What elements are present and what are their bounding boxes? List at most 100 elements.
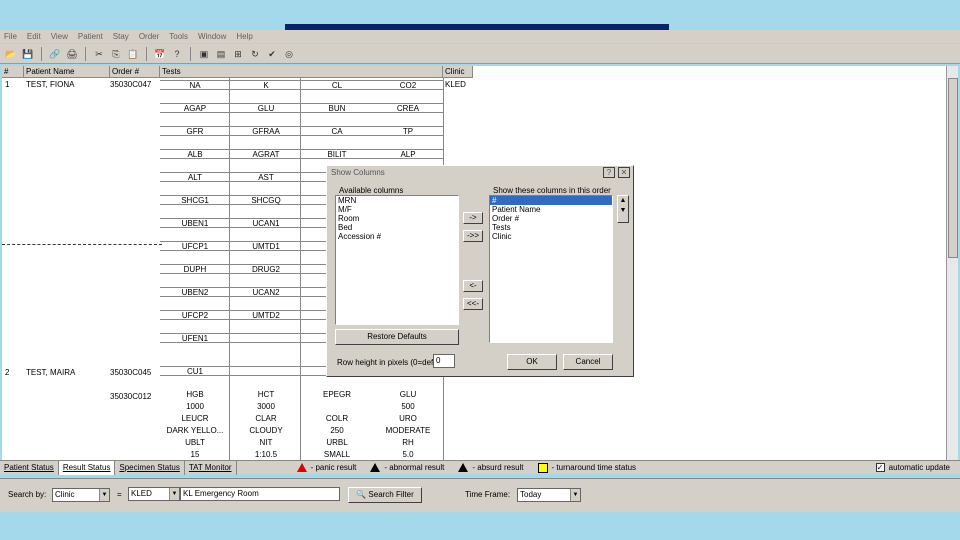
move-right-button[interactable]: -> (463, 212, 483, 224)
list-item[interactable]: Order # (490, 214, 612, 223)
test-cell: SHCG1 (181, 196, 209, 205)
menu-item[interactable]: Order (139, 32, 159, 41)
show-columns-dialog: Show Columns ? ✕ Available columns MRN M/… (326, 165, 634, 377)
test-cell: AGRAT (252, 150, 280, 159)
test-cell: LEUCR (181, 414, 209, 423)
tab-patient-status[interactable]: Patient Status (0, 460, 59, 475)
row-divider (2, 244, 162, 245)
search-filter-button[interactable]: 🔍 Search Filter (348, 487, 422, 503)
link-icon[interactable]: 🔗 (48, 47, 62, 61)
copy-icon[interactable]: ⎘ (109, 47, 123, 61)
time-frame-select[interactable]: Today ▼ (517, 488, 581, 502)
test-cell: TP (402, 127, 414, 136)
search-bar: Search by: Clinic ▼ = KLED ▼ KL Emergency … (0, 478, 960, 512)
order-number[interactable]: 35030C047 (110, 80, 151, 90)
window2-icon[interactable]: ▤ (214, 47, 228, 61)
legend-panic: - panic result (296, 463, 356, 472)
help-icon[interactable]: ? (170, 47, 184, 61)
list-item[interactable]: Accession # (336, 232, 458, 241)
help-button[interactable]: ? (603, 167, 615, 178)
cut-icon[interactable]: ✂ (92, 47, 106, 61)
test-cell: UBEN1 (181, 219, 209, 228)
test-row: HGB HCT EPEGR GLU (160, 390, 443, 400)
test-row: AGAP GLU BUN CREA (160, 103, 443, 113)
list-item[interactable]: # (490, 196, 612, 205)
window1-icon[interactable]: ▣ (197, 47, 211, 61)
test-cell: GFRAA (252, 127, 280, 136)
shown-list[interactable]: # Patient Name Order # Tests Clinic (489, 195, 613, 343)
clinic-description: KL Emergency Room (180, 487, 340, 501)
auto-update-checkbox[interactable]: ✓ automatic update (875, 463, 950, 472)
test-cell: SMALL (323, 450, 351, 459)
menu-item[interactable]: Tools (169, 32, 188, 41)
row-height-input[interactable]: 0 (433, 354, 455, 368)
test-cell: AGAP (183, 104, 207, 113)
move-all-right-button[interactable]: ->> (463, 230, 483, 242)
vertical-scrollbar[interactable] (946, 66, 958, 460)
tab-specimen-status[interactable]: Specimen Status (115, 460, 185, 475)
menu-item[interactable]: View (51, 32, 68, 41)
list-item[interactable]: MRN (336, 196, 458, 205)
menu-bar: File Edit View Patient Stay Order Tools Window H… (0, 30, 960, 43)
cancel-button[interactable]: Cancel (563, 354, 613, 370)
test-cell: UBEN2 (181, 288, 209, 297)
save-icon[interactable]: 💾 (21, 47, 35, 61)
patient-name[interactable]: TEST, MAIRA (26, 368, 75, 378)
search-by-label: Search by: (8, 490, 47, 499)
list-item[interactable]: Tests (490, 223, 612, 232)
header-patient[interactable]: Patient Name (24, 66, 110, 78)
header-clinic[interactable]: Clinic (443, 66, 473, 78)
menu-item[interactable]: File (4, 32, 17, 41)
test-cell: CA (331, 127, 343, 136)
patient-name[interactable]: TEST, FIONA (26, 80, 74, 90)
header-tests[interactable]: Tests (160, 66, 443, 78)
menu-item[interactable]: Window (198, 32, 226, 41)
order-number[interactable]: 35030C045 (110, 368, 151, 378)
check-icon[interactable]: ✔ (265, 47, 279, 61)
test-cell: EPEGR (322, 390, 351, 399)
move-left-button[interactable]: <- (463, 280, 483, 292)
list-item[interactable]: Bed (336, 223, 458, 232)
available-list[interactable]: MRN M/F Room Bed Accession # (335, 195, 459, 325)
test-cell: COLR (325, 414, 349, 423)
test-cell: 3000 (257, 402, 275, 411)
test-cell: SHCGQ (251, 196, 281, 205)
globe-icon[interactable]: ◎ (282, 47, 296, 61)
test-cell: URO (399, 414, 417, 423)
test-cell: CREA (396, 104, 420, 113)
menu-item[interactable]: Help (236, 32, 252, 41)
restore-defaults-button[interactable]: Restore Defaults (335, 329, 459, 345)
tab-result-status[interactable]: Result Status (58, 460, 116, 475)
tab-bar: Patient Status Result Status Specimen St… (0, 460, 960, 475)
paste-icon[interactable]: 📋 (126, 47, 140, 61)
list-item[interactable]: Patient Name (490, 205, 612, 214)
menu-item[interactable]: Edit (27, 32, 41, 41)
refresh-icon[interactable]: ↻ (248, 47, 262, 61)
order-number[interactable]: 35030C012 (110, 392, 151, 402)
list-item[interactable]: Clinic (490, 232, 612, 241)
network-icon[interactable]: ⊞ (231, 47, 245, 61)
header-num[interactable]: # (2, 66, 24, 78)
test-row: LEUCR CLAR COLR URO (160, 414, 443, 424)
move-all-left-button[interactable]: <<- (463, 298, 483, 310)
close-button[interactable]: ✕ (618, 167, 630, 178)
open-icon[interactable]: 📂 (4, 47, 18, 61)
clinic-code-input[interactable]: KLED ▼ (128, 487, 180, 501)
print-icon[interactable]: 🖨 (65, 47, 79, 61)
tab-tat-monitor[interactable]: TAT Monitor (185, 460, 237, 475)
calendar-icon[interactable]: 📅 (153, 47, 167, 61)
list-item[interactable]: Room (336, 214, 458, 223)
test-row: 1000 3000 500 (160, 402, 443, 412)
test-cell: GFR (186, 127, 204, 136)
test-cell: UFEN1 (181, 334, 209, 343)
menu-item[interactable]: Stay (113, 32, 129, 41)
list-item[interactable]: M/F (336, 205, 458, 214)
ok-button[interactable]: OK (507, 354, 557, 370)
header-order[interactable]: Order # (110, 66, 160, 78)
test-cell: NA (189, 81, 201, 90)
search-by-select[interactable]: Clinic ▼ (52, 488, 110, 502)
reorder-scroll[interactable]: ▲ ▼ (617, 195, 629, 223)
menu-item[interactable]: Patient (78, 32, 103, 41)
test-cell: ALP (400, 150, 416, 159)
test-cell: DARK YELLO... (166, 426, 224, 435)
